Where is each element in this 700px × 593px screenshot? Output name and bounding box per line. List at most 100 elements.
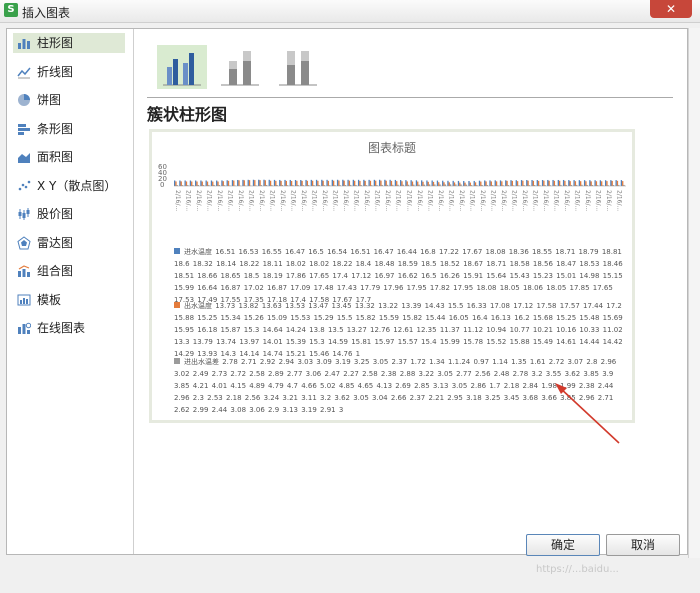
- sidebar-item-area[interactable]: 面积图: [13, 147, 125, 167]
- preview-bar: [511, 180, 513, 186]
- sidebar-item-column[interactable]: 柱形图: [13, 33, 125, 53]
- preview-bar: [321, 179, 323, 186]
- preview-bar: [201, 181, 203, 186]
- sidebar-item-line[interactable]: 折线图: [13, 62, 125, 82]
- preview-bar: [342, 179, 344, 186]
- sidebar-item-label: 股价图: [37, 207, 74, 221]
- percent-stacked-column-icon: [279, 51, 317, 86]
- window-title: 插入图表: [22, 6, 71, 20]
- sidebar-item-online[interactable]: 在线图表: [13, 318, 125, 338]
- close-button[interactable]: ✕: [650, 0, 692, 18]
- preview-bar: [369, 180, 372, 186]
- subtype-stacked-column[interactable]: [215, 45, 265, 89]
- preview-bar: [359, 180, 361, 186]
- preview-bar: [357, 179, 360, 186]
- x-tick-label: 2/16/...: [510, 190, 517, 211]
- preview-bar: [415, 180, 418, 186]
- preview-bar: [310, 179, 312, 186]
- chart-subtype-title: 簇状柱形图: [147, 105, 228, 124]
- preview-bar: [384, 179, 386, 186]
- x-tick-label: 2/16/...: [237, 190, 244, 211]
- preview-bar: [541, 180, 544, 186]
- x-tick-label: 2/16/...: [279, 190, 286, 211]
- preview-bar: [569, 181, 571, 186]
- sidebar-item-pie[interactable]: 饼图: [13, 90, 125, 110]
- title-bar: S 插入图表 ✕: [0, 0, 700, 23]
- x-tick-label: 2/16/...: [584, 190, 591, 211]
- preview-bar: [447, 180, 449, 186]
- preview-bar: [453, 182, 456, 186]
- preview-bar: [300, 179, 302, 186]
- preview-bar: [363, 179, 365, 186]
- preview-bar: [284, 179, 286, 186]
- preview-bar: [268, 179, 270, 186]
- sidebar-item-combo[interactable]: 组合图: [13, 261, 125, 281]
- preview-bar: [280, 180, 282, 186]
- x-tick-label: 2/16/...: [489, 190, 496, 211]
- x-tick-label: 2/16/...: [437, 190, 444, 211]
- preview-bar: [373, 179, 376, 186]
- sidebar-item-template[interactable]: 模板: [13, 290, 125, 310]
- clustered-column-icon: [163, 53, 201, 86]
- preview-bar: [315, 179, 318, 186]
- x-tick-label: 2/16/...: [342, 190, 349, 211]
- preview-bar: [285, 180, 287, 186]
- preview-bar: [580, 181, 582, 186]
- sidebar-item-bar[interactable]: 条形图: [13, 119, 125, 139]
- template-icon: [17, 294, 31, 306]
- preview-bar: [322, 180, 324, 186]
- preview-bar: [385, 180, 387, 186]
- preview-bar: [452, 180, 454, 186]
- x-tick-label: 2/16/...: [616, 190, 623, 211]
- sidebar-item-stock[interactable]: 股价图: [13, 204, 125, 224]
- preview-bar: [485, 181, 487, 186]
- preview-bar: [574, 181, 577, 186]
- preview-bar: [375, 180, 377, 186]
- preview-bar: [205, 180, 207, 186]
- sidebar-item-scatter[interactable]: X Y（散点图）: [13, 176, 125, 196]
- preview-bar: [210, 180, 213, 186]
- preview-bar: [401, 181, 403, 186]
- cancel-button[interactable]: 取消: [606, 534, 680, 556]
- preview-bar: [311, 180, 314, 186]
- preview-bar: [185, 181, 188, 186]
- x-tick-label: 2/16/...: [185, 190, 192, 211]
- preview-bar: [242, 179, 244, 186]
- x-tick-label: 2/16/...: [290, 190, 297, 211]
- preview-bar: [216, 180, 218, 186]
- preview-bar: [336, 179, 339, 186]
- x-tick-label: 2/16/...: [426, 190, 433, 211]
- preview-bar: [226, 180, 228, 186]
- preview-bar: [443, 182, 445, 186]
- preview-bar: [522, 180, 524, 186]
- subtype-clustered-column[interactable]: [157, 45, 207, 89]
- bar-chart-icon: [18, 124, 30, 135]
- line-chart-icon: [17, 67, 31, 79]
- preview-bar: [594, 180, 596, 186]
- sidebar-item-radar[interactable]: 雷达图: [13, 233, 125, 253]
- legend-text: 进水温度 16.51 16.53 16.55 16.47 16.5 16.54 …: [174, 248, 623, 304]
- preview-bar: [233, 180, 235, 186]
- legend-series-inlet: 进水温度 16.51 16.53 16.55 16.47 16.5 16.54 …: [174, 246, 626, 306]
- preview-bar: [200, 180, 202, 186]
- preview-bar: [601, 181, 603, 186]
- x-tick-label: 2/16/...: [416, 190, 423, 211]
- preview-bar: [478, 180, 481, 186]
- x-tick-label: 2/16/...: [521, 190, 528, 211]
- preview-bar: [494, 180, 496, 186]
- sidebar-item-label: X Y（散点图）: [37, 179, 117, 193]
- x-tick-label: 2/16/...: [363, 190, 370, 211]
- preview-bar: [532, 180, 535, 186]
- sidebar-item-label: 雷达图: [37, 236, 74, 250]
- preview-bar: [301, 180, 303, 186]
- preview-bar: [442, 180, 444, 186]
- ok-button[interactable]: 确定: [526, 534, 600, 556]
- preview-bar: [326, 179, 328, 186]
- window-edge-strip: [688, 28, 700, 558]
- preview-bar: [179, 180, 181, 186]
- legend-series-outlet: 出水温度 13.73 13.82 13.63 13.53 13.47 13.45…: [174, 300, 626, 360]
- subtype-percent-stacked-column[interactable]: [273, 45, 323, 89]
- preview-bar: [273, 179, 276, 186]
- preview-bar: [427, 181, 429, 186]
- preview-bar: [275, 180, 277, 186]
